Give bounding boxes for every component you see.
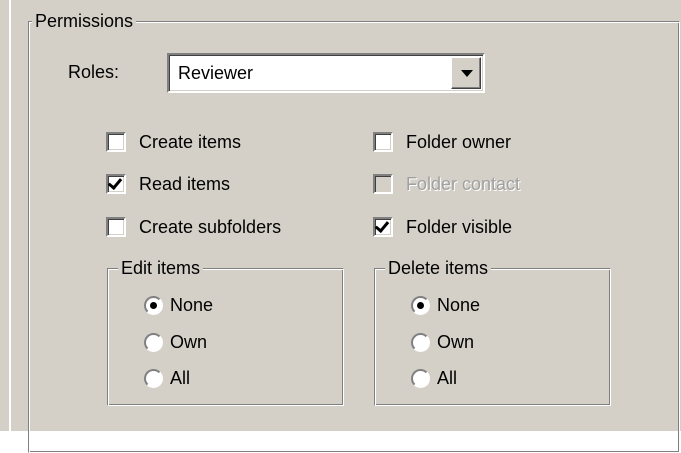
- read-items-label: Read items: [139, 174, 231, 194]
- folder-visible-box[interactable]: [373, 217, 393, 237]
- edit-items-all-radio[interactable]: All: [144, 368, 244, 390]
- roles-dropdown-button[interactable]: [451, 57, 481, 89]
- read-items-box[interactable]: [106, 174, 126, 194]
- edit-items-own-radio[interactable]: Own: [144, 332, 244, 354]
- permissions-title: Permissions: [32, 10, 137, 32]
- roles-select[interactable]: Reviewer: [167, 53, 485, 93]
- edit-items-own-label: Own: [170, 332, 208, 352]
- checkmark-icon: [374, 217, 390, 234]
- folder-contact-label: Folder contact: [406, 174, 521, 194]
- radio-dot-icon: [150, 302, 157, 309]
- edit-items-none-button[interactable]: [144, 296, 163, 315]
- folder-owner-label: Folder owner: [406, 132, 512, 152]
- edit-items-none-label: None: [170, 295, 214, 315]
- read-items-checkbox[interactable]: Read items: [106, 174, 306, 196]
- chevron-down-icon: [461, 70, 473, 77]
- delete-items-all-button[interactable]: [411, 369, 430, 388]
- permissions-panel: Permissions Roles: Reviewer Create items…: [11, 0, 681, 453]
- folder-visible-checkbox[interactable]: Folder visible: [373, 217, 573, 239]
- delete-items-all-radio[interactable]: All: [411, 368, 511, 390]
- window-edge: [0, 0, 9, 431]
- delete-items-none-label: None: [437, 295, 481, 315]
- create-items-checkbox[interactable]: Create items: [106, 132, 306, 154]
- delete-items-all-label: All: [437, 368, 458, 388]
- delete-items-own-radio[interactable]: Own: [411, 332, 511, 354]
- delete-items-none-radio[interactable]: None: [411, 295, 511, 317]
- edit-items-own-button[interactable]: [144, 333, 163, 352]
- folder-owner-box[interactable]: [373, 132, 393, 152]
- delete-items-title: Delete items: [385, 257, 492, 279]
- create-items-box[interactable]: [106, 132, 126, 152]
- folder-visible-label: Folder visible: [406, 217, 513, 237]
- roles-select-value: Reviewer: [178, 63, 254, 83]
- create-items-label: Create items: [139, 132, 242, 152]
- radio-dot-icon: [417, 302, 424, 309]
- delete-items-none-button[interactable]: [411, 296, 430, 315]
- roles-label: Roles:: [68, 62, 120, 82]
- edit-items-group: Edit items None Own All: [107, 257, 344, 406]
- delete-items-group: Delete items None Own All: [374, 257, 611, 406]
- folder-contact-box: [373, 174, 393, 194]
- create-subfolders-box[interactable]: [106, 217, 126, 237]
- edit-items-all-button[interactable]: [144, 369, 163, 388]
- delete-items-own-button[interactable]: [411, 333, 430, 352]
- edit-items-none-radio[interactable]: None: [144, 295, 244, 317]
- folder-contact-checkbox: Folder contact: [373, 174, 573, 196]
- create-subfolders-checkbox[interactable]: Create subfolders: [106, 217, 336, 239]
- folder-owner-checkbox[interactable]: Folder owner: [373, 132, 573, 154]
- edit-items-title: Edit items: [118, 257, 204, 279]
- checkmark-icon: [107, 174, 123, 191]
- edit-items-all-label: All: [170, 368, 191, 388]
- delete-items-own-label: Own: [437, 332, 475, 352]
- create-subfolders-label: Create subfolders: [139, 217, 282, 237]
